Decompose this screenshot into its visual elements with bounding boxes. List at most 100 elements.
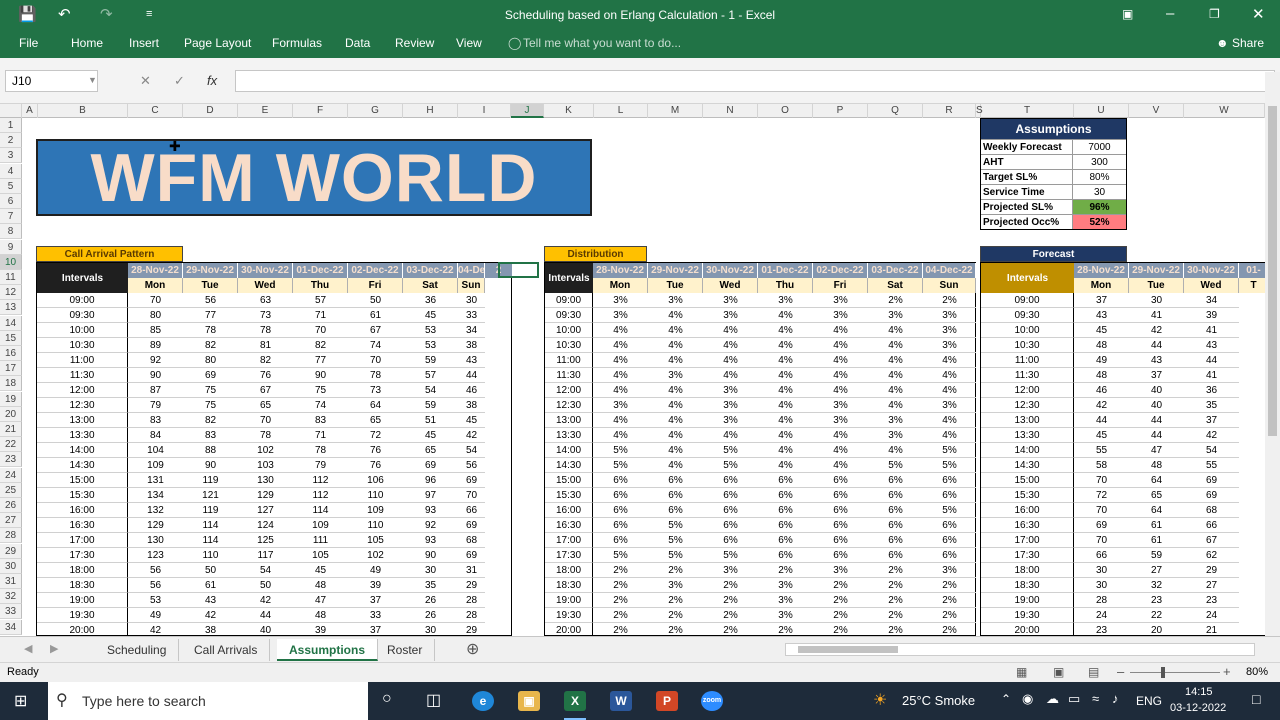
edge-icon[interactable]: e [472,691,494,711]
call_arrival-value-cell[interactable]: 70 [458,488,485,503]
call_arrival-value-cell[interactable]: 85 [128,323,183,338]
distribution-value-cell[interactable]: 3% [703,383,758,398]
forecast-value-cell[interactable]: 42 [1074,398,1129,413]
distribution-value-cell[interactable]: 2% [813,578,868,593]
clock-date[interactable]: 03-12-2022 [1170,702,1226,714]
battery-icon[interactable]: ▭ [1068,691,1080,707]
distribution-value-cell[interactable]: 4% [758,308,813,323]
distribution-value-cell[interactable]: 5% [593,548,648,563]
call_arrival-value-cell[interactable]: 33 [458,308,485,323]
row-header-22[interactable]: 22 [0,437,22,453]
call_arrival-value-cell[interactable]: 90 [183,458,238,473]
distribution-value-cell[interactable]: 5% [648,518,703,533]
distribution-value-cell[interactable]: 3% [593,308,648,323]
distribution-interval-cell[interactable]: 14:00 [545,443,593,458]
call_arrival-value-cell[interactable]: 92 [403,518,458,533]
call_arrival-value-cell[interactable]: 112 [293,488,348,503]
distribution-value-cell[interactable]: 4% [758,368,813,383]
forecast-value-cell[interactable]: 40 [1129,398,1184,413]
distribution-value-cell[interactable]: 6% [593,518,648,533]
call_arrival-value-cell[interactable]: 26 [403,593,458,608]
call_arrival-value-cell[interactable]: 67 [238,383,293,398]
distribution-value-cell[interactable]: 6% [703,473,758,488]
forecast-value-cell[interactable]: 68 [1184,503,1239,518]
call_arrival-value-cell[interactable]: 84 [128,428,183,443]
distribution-value-cell[interactable]: 4% [648,428,703,443]
horizontal-scroll-thumb[interactable] [798,646,898,653]
call_arrival-value-cell[interactable]: 69 [458,473,485,488]
distribution-value-cell[interactable]: 4% [868,398,923,413]
assumption-value[interactable]: 96% [1073,200,1126,214]
row-header-32[interactable]: 32 [0,589,22,605]
zoom-slider-thumb[interactable] [1161,667,1165,678]
distribution-value-cell[interactable]: 6% [593,503,648,518]
forecast-value-cell[interactable]: 30 [1129,293,1184,308]
forecast-value-cell[interactable]: 41 [1184,323,1239,338]
row-header-31[interactable]: 31 [0,574,22,589]
forecast-interval-cell[interactable]: 19:30 [981,608,1074,623]
call_arrival-value-cell[interactable]: 28 [458,593,485,608]
distribution-value-cell[interactable]: 3% [813,308,868,323]
column-header-u[interactable]: U [1074,104,1129,118]
forecast-value-cell[interactable]: 59 [1129,548,1184,563]
call_arrival-value-cell[interactable]: 29 [458,578,485,593]
call_arrival-interval-cell[interactable]: 12:30 [37,398,128,413]
call_arrival-value-cell[interactable]: 73 [238,308,293,323]
column-header-k[interactable]: K [544,104,594,118]
call_arrival-value-cell[interactable]: 33 [348,608,403,623]
call_arrival-value-cell[interactable]: 77 [293,353,348,368]
call_arrival-value-cell[interactable]: 111 [293,533,348,548]
forecast-value-cell[interactable]: 24 [1074,608,1129,623]
column-header-m[interactable]: M [648,104,703,118]
task-view-icon[interactable]: ◫ [426,690,441,710]
distribution-value-cell[interactable]: 6% [758,503,813,518]
forecast-value-cell[interactable]: 35 [1184,398,1239,413]
distribution-value-cell[interactable]: 2% [593,623,648,636]
call_arrival-value-cell[interactable]: 131 [128,473,183,488]
call_arrival-value-cell[interactable]: 45 [403,428,458,443]
restore-icon[interactable]: ❐ [1209,7,1220,21]
row-header-3[interactable]: 3 [0,148,22,164]
call_arrival-value-cell[interactable]: 125 [238,533,293,548]
distribution-value-cell[interactable]: 6% [813,473,868,488]
distribution-value-cell[interactable]: 6% [703,488,758,503]
distribution-value-cell[interactable]: 4% [923,368,976,383]
call_arrival-value-cell[interactable]: 56 [458,458,485,473]
forecast-value-cell[interactable]: 43 [1074,308,1129,323]
distribution-value-cell[interactable]: 4% [813,323,868,338]
distribution-value-cell[interactable]: 2% [593,563,648,578]
call_arrival-value-cell[interactable]: 73 [348,383,403,398]
call_arrival-interval-cell[interactable]: 10:00 [37,323,128,338]
language-indicator[interactable]: ENG [1136,694,1162,708]
distribution-value-cell[interactable]: 2% [923,623,976,636]
distribution-interval-cell[interactable]: 19:00 [545,593,593,608]
distribution-value-cell[interactable]: 4% [593,353,648,368]
distribution-value-cell[interactable]: 2% [703,578,758,593]
forecast-interval-cell[interactable]: 14:00 [981,443,1074,458]
call_arrival-value-cell[interactable]: 121 [183,488,238,503]
call_arrival-value-cell[interactable]: 109 [348,503,403,518]
distribution-value-cell[interactable]: 5% [593,458,648,473]
cortana-icon[interactable]: ○ [382,690,392,708]
call_arrival-value-cell[interactable]: 57 [293,293,348,308]
tab-insert[interactable]: Insert [129,36,159,50]
row-header-2[interactable]: 2 [0,133,22,149]
forecast-value-cell[interactable]: 67 [1184,533,1239,548]
distribution-value-cell[interactable]: 2% [648,593,703,608]
distribution-value-cell[interactable]: 4% [648,308,703,323]
distribution-value-cell[interactable]: 2% [923,593,976,608]
distribution-value-cell[interactable]: 2% [923,578,976,593]
name-box[interactable]: J10 [5,70,98,92]
forecast-value-cell[interactable]: 44 [1129,338,1184,353]
share-button[interactable]: ☻ Share [1216,36,1264,50]
distribution-value-cell[interactable]: 5% [923,443,976,458]
column-header-d[interactable]: D [183,104,238,118]
formula-input[interactable] [235,70,1275,92]
call_arrival-value-cell[interactable]: 114 [293,503,348,518]
call_arrival-value-cell[interactable]: 68 [458,533,485,548]
call_arrival-value-cell[interactable]: 29 [458,623,485,636]
call_arrival-value-cell[interactable]: 43 [458,353,485,368]
call_arrival-value-cell[interactable]: 49 [348,563,403,578]
call_arrival-value-cell[interactable]: 69 [458,518,485,533]
call_arrival-interval-cell[interactable]: 15:30 [37,488,128,503]
